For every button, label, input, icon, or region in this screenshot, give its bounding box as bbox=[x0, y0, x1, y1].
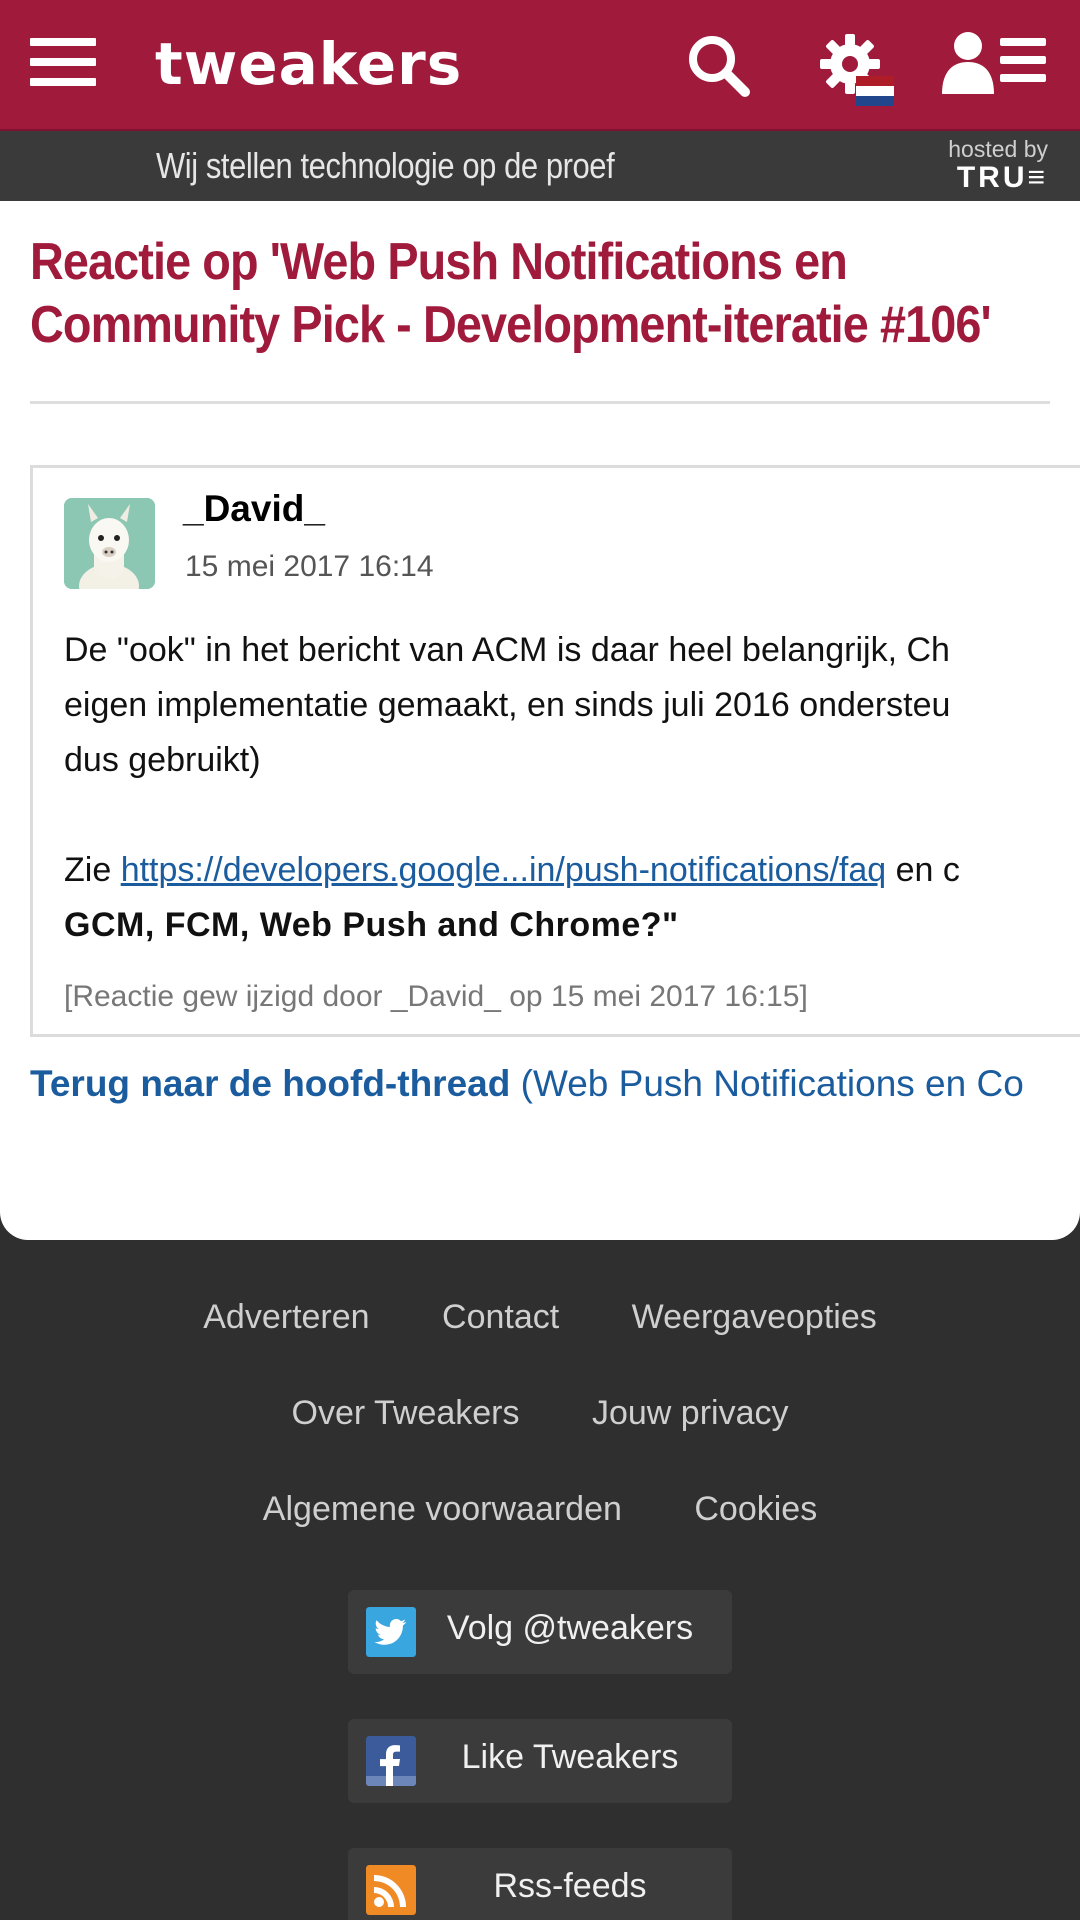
footer-link-voorwaarden[interactable]: Algemene voorwaarden bbox=[263, 1490, 622, 1529]
footer-row-3: Algemene voorwaarden Cookies bbox=[0, 1490, 1080, 1529]
footer-link-contact[interactable]: Contact bbox=[442, 1298, 559, 1337]
divider bbox=[30, 401, 1050, 404]
body-line: eigen implementatie gemaakt, en sinds ju… bbox=[64, 686, 951, 724]
tagline-bar: Wij stellen technologie op de proef host… bbox=[0, 131, 1080, 201]
body-line: dus gebruikt) bbox=[64, 741, 261, 779]
body-line-with-link: Zie https://developers.google...in/push-… bbox=[64, 843, 1080, 898]
post-date[interactable]: 15 mei 2017 16:14 bbox=[185, 550, 434, 584]
top-header: tweakers bbox=[0, 0, 1080, 131]
footer-link-privacy[interactable]: Jouw privacy bbox=[592, 1394, 789, 1433]
reaction-body: De "ook" in het bericht van ACM is daar … bbox=[64, 623, 1080, 953]
see-prefix: Zie bbox=[64, 851, 121, 889]
facebook-icon bbox=[366, 1736, 416, 1786]
edit-note: [Reactie gew ijzigd door _David_ op 15 m… bbox=[64, 980, 808, 1013]
back-to-thread-link[interactable]: Terug naar de hoofd-thread (Web Push Not… bbox=[30, 1063, 1024, 1105]
back-link-thread-title[interactable]: (Web Push Notifications en Co bbox=[510, 1063, 1024, 1104]
hosted-by[interactable]: hosted by TRU≡ bbox=[948, 137, 1048, 195]
faq-link[interactable]: https://developers.google...in/push-noti… bbox=[121, 851, 886, 889]
llama-avatar-icon bbox=[64, 498, 155, 589]
twitter-follow-button[interactable]: Volg @tweakers bbox=[348, 1590, 732, 1674]
twitter-icon bbox=[366, 1607, 416, 1657]
rss-feeds-button[interactable]: Rss-feeds bbox=[348, 1848, 732, 1920]
tagline: Wij stellen technologie op de proef bbox=[156, 145, 615, 186]
footer-link-weergaveopties[interactable]: Weergaveopties bbox=[632, 1298, 877, 1337]
see-suffix: en c bbox=[886, 851, 960, 889]
facebook-label: Like Tweakers bbox=[461, 1738, 679, 1776]
hosted-by-label: hosted by bbox=[948, 136, 1048, 162]
footer-link-adverteren[interactable]: Adverteren bbox=[203, 1298, 369, 1337]
rss-icon bbox=[366, 1865, 416, 1915]
reaction-card: _David_ 15 mei 2017 16:14 De "ook" in he… bbox=[30, 465, 1080, 1037]
avatar[interactable] bbox=[64, 498, 155, 589]
footer-link-cookies[interactable]: Cookies bbox=[694, 1490, 817, 1529]
username[interactable]: _David_ bbox=[183, 488, 325, 530]
rss-label: Rss-feeds bbox=[493, 1867, 647, 1905]
netherlands-flag-icon bbox=[856, 76, 894, 106]
page-title: Reactie op 'Web Push Notifications en Co… bbox=[30, 233, 992, 354]
body-line: De "ook" in het bericht van ACM is daar … bbox=[64, 631, 950, 669]
true-logo: TRU≡ bbox=[956, 161, 1048, 194]
footer-link-over-tweakers[interactable]: Over Tweakers bbox=[292, 1394, 520, 1433]
body-line-bold: GCM, FCM, Web Push and Chrome?" bbox=[64, 898, 1080, 953]
search-icon[interactable] bbox=[685, 32, 751, 98]
footer-row-1: Adverteren Contact Weergaveopties bbox=[0, 1298, 1080, 1337]
facebook-like-button[interactable]: Like Tweakers bbox=[348, 1719, 732, 1803]
gear-icon[interactable] bbox=[818, 30, 898, 110]
menu-icon[interactable] bbox=[30, 38, 96, 86]
main-content: Reactie op 'Web Push Notifications en Co… bbox=[0, 201, 1080, 1240]
bold-quote: GCM, FCM, Web Push and Chrome?" bbox=[64, 906, 679, 944]
twitter-label: Volg @tweakers bbox=[446, 1609, 694, 1647]
back-link-bold[interactable]: Terug naar de hoofd-thread bbox=[30, 1063, 510, 1104]
tweakers-logo[interactable]: tweakers bbox=[155, 24, 462, 104]
user-menu-icon[interactable] bbox=[940, 30, 1050, 96]
footer-row-2: Over Tweakers Jouw privacy bbox=[0, 1394, 1080, 1433]
